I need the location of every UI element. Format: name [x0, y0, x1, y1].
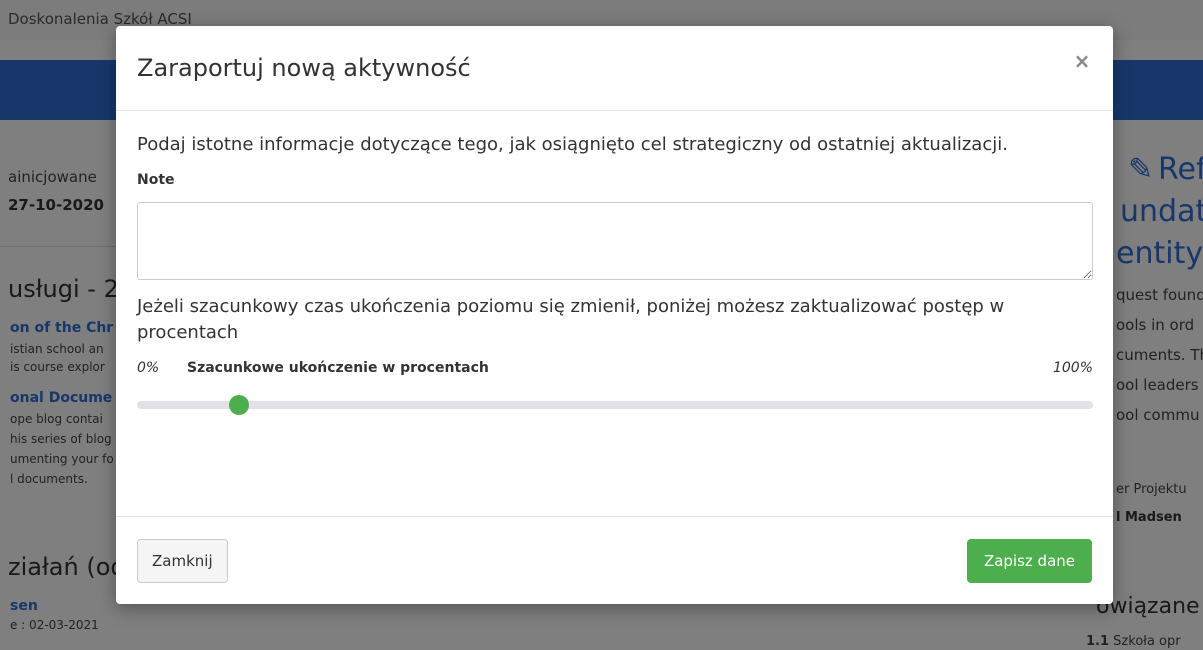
- slider-thumb[interactable]: [229, 395, 250, 415]
- intro-text: Podaj istotne informacje dotyczące tego,…: [137, 134, 1008, 155]
- progress-instructions: Jeżeli szacunkowy czas ukończenia poziom…: [137, 296, 1005, 343]
- slider-max-label: 100%: [1052, 360, 1093, 376]
- completion-slider[interactable]: [137, 394, 1093, 415]
- slider-labels: 0% Szacunkowe ukończenie w procentach 10…: [137, 360, 1093, 380]
- close-icon[interactable]: ×: [1069, 48, 1095, 74]
- slider-track[interactable]: [137, 401, 1093, 409]
- modal-header: Zaraportuj nową aktywność ×: [116, 26, 1113, 111]
- save-button[interactable]: Zapisz dane: [966, 539, 1092, 583]
- report-activity-modal: Zaraportuj nową aktywność × Podaj istotn…: [116, 26, 1113, 604]
- close-button[interactable]: Zamknij: [137, 539, 228, 583]
- slider-min-label: 0%: [137, 360, 160, 376]
- note-label: Note: [137, 172, 175, 188]
- modal-title: Zaraportuj nową aktywność: [137, 54, 471, 82]
- modal-body: Podaj istotne informacje dotyczące tego,…: [137, 132, 1093, 415]
- note-textarea[interactable]: [137, 202, 1093, 280]
- modal-footer: Zamknij Zapisz dane: [116, 516, 1113, 605]
- slider-title: Szacunkowe ukończenie w procentach: [187, 360, 489, 376]
